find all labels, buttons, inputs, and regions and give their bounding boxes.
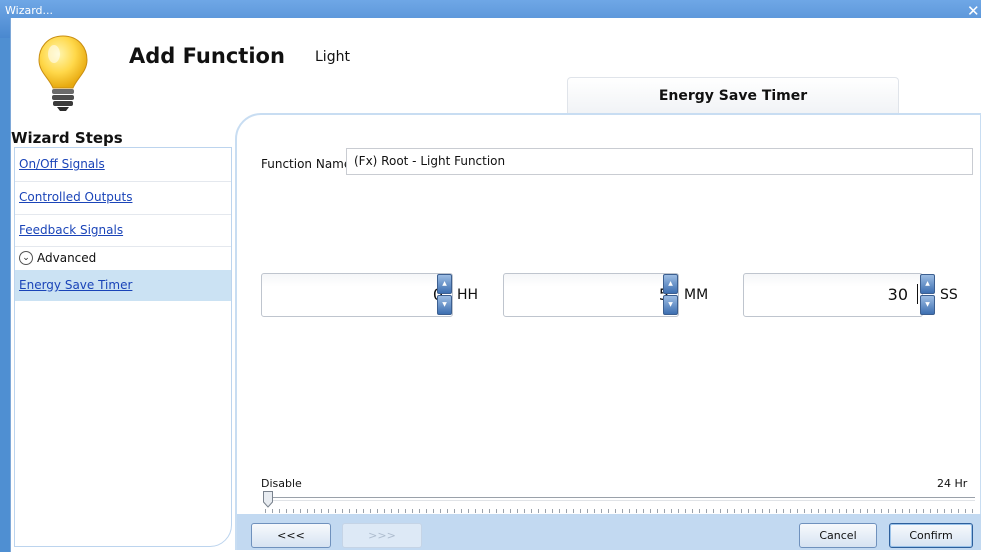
seconds-unit-label: SS [940, 287, 958, 303]
text-caret [917, 284, 918, 304]
minutes-unit-label: MM [684, 287, 709, 303]
sidebar-group-advanced[interactable]: ⌄ Advanced [19, 249, 96, 267]
cancel-button[interactable]: Cancel [799, 523, 877, 548]
hours-up-button[interactable]: ▲ [437, 274, 452, 294]
sidebar-item-controlled-outputs[interactable]: Controlled Outputs [15, 182, 231, 213]
back-button[interactable]: <<< [251, 523, 331, 548]
sidebar-group-label: Advanced [37, 251, 97, 265]
slider-min-label: Disable [261, 477, 302, 490]
lightbulb-icon [38, 35, 88, 111]
step-tab-energy-save-timer: Energy Save Timer [567, 77, 899, 113]
minutes-stepper[interactable]: ▲ ▼ [663, 274, 678, 316]
sidebar-item-feedback-signals[interactable]: Feedback Signals [15, 215, 231, 246]
window-title: Wizard... [5, 4, 54, 17]
step-content-panel: Function Name: (Fx) Root - Light Functio… [235, 113, 981, 550]
hours-down-button[interactable]: ▼ [437, 295, 452, 315]
seconds-stepper[interactable]: ▲ ▼ [920, 274, 935, 316]
timer-slider[interactable] [263, 497, 975, 501]
sidebar-item-on-off-signals[interactable]: On/Off Signals [15, 149, 231, 180]
function-name-field[interactable]: (Fx) Root - Light Function [346, 148, 973, 175]
next-button[interactable]: >>> [342, 523, 422, 548]
seconds-down-button[interactable]: ▼ [920, 295, 935, 315]
function-name-label: Function Name: [261, 157, 356, 171]
page-subtitle: Light [315, 49, 350, 65]
slider-thumb[interactable] [263, 491, 273, 508]
wizard-steps-heading: Wizard Steps [11, 129, 123, 147]
minutes-input[interactable]: 5 [503, 273, 679, 317]
hours-unit-label: HH [457, 287, 479, 303]
wizard-window: Add Function Light Energy Save Timer Wiz… [10, 18, 981, 552]
slider-ticks [265, 509, 975, 513]
sidebar-item-energy-save-timer[interactable]: Energy Save Timer [15, 270, 231, 301]
sidebar-divider [15, 246, 231, 247]
minutes-up-button[interactable]: ▲ [663, 274, 678, 294]
minutes-down-button[interactable]: ▼ [663, 295, 678, 315]
seconds-input[interactable]: 30 [743, 273, 923, 317]
hours-input[interactable]: 0 [261, 273, 453, 317]
slider-max-label: 24 Hr [937, 477, 968, 490]
chevron-down-icon[interactable]: ⌄ [19, 251, 33, 265]
hours-stepper[interactable]: ▲ ▼ [437, 274, 452, 316]
seconds-value: 30 [887, 285, 908, 304]
wizard-steps-sidebar: On/Off Signals Controlled Outputs Feedba… [14, 147, 232, 547]
page-title: Add Function [129, 44, 285, 68]
confirm-button[interactable]: Confirm [889, 523, 973, 548]
seconds-up-button[interactable]: ▲ [920, 274, 935, 294]
